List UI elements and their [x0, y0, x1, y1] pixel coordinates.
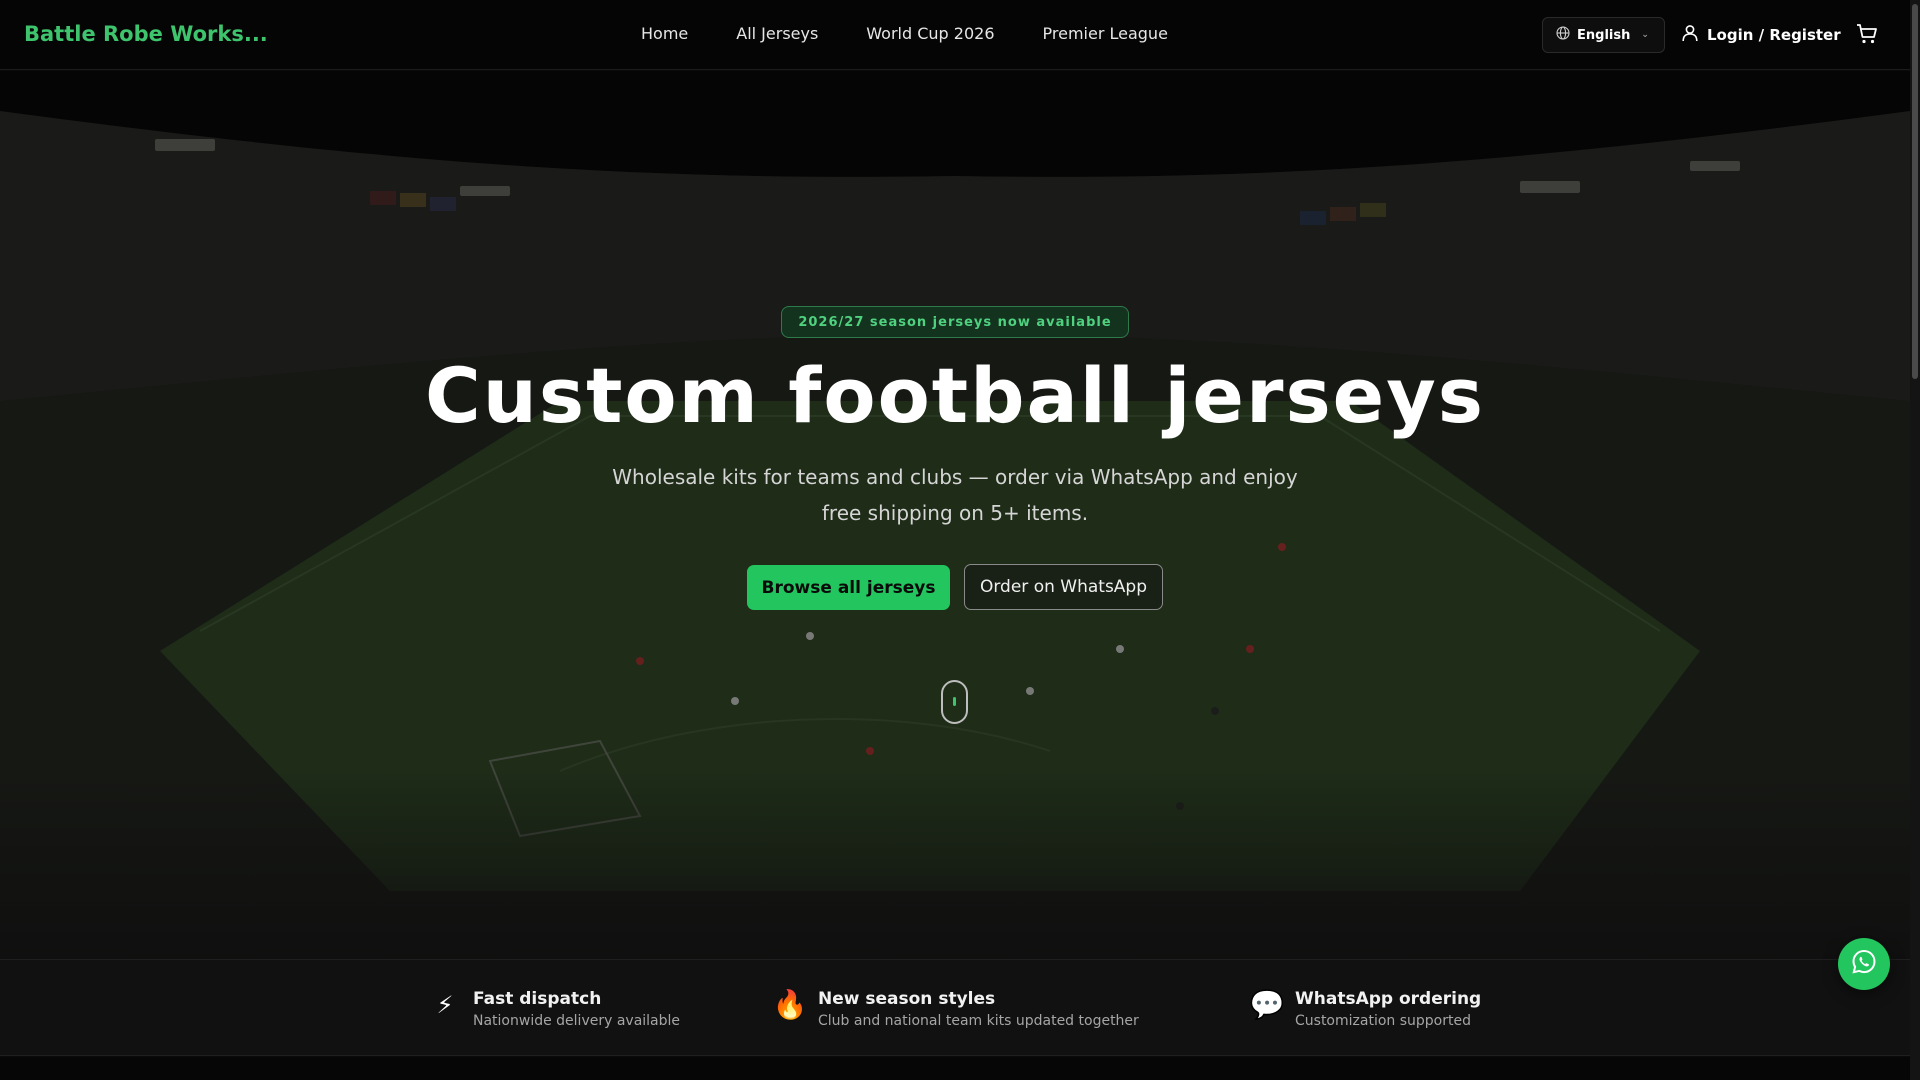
hero-subtitle: Wholesale kits for teams and clubs — ord…: [612, 465, 1298, 525]
features-bar: ⚡ Fast dispatch Nationwide delivery avai…: [0, 959, 1910, 1056]
feature-fast-dispatch: ⚡ Fast dispatch Nationwide delivery avai…: [427, 988, 680, 1031]
site-header: Battle Robe Works... Home All Jerseys Wo…: [0, 0, 1910, 70]
language-selector[interactable]: English ⌄: [1542, 17, 1665, 53]
language-label: English: [1577, 27, 1631, 43]
scroll-dot: [953, 697, 956, 706]
page-scrollbar[interactable]: [1910, 0, 1920, 1080]
nav-item-all-jerseys[interactable]: All Jerseys: [736, 24, 818, 43]
user-icon: [1681, 24, 1699, 46]
next-section-edge: [0, 1057, 1910, 1080]
login-register-link[interactable]: Login / Register: [1681, 24, 1841, 46]
lightning-icon: ⚡: [436, 991, 454, 1019]
feature-title: Fast dispatch: [473, 989, 602, 1009]
brand-logo[interactable]: Battle Robe Works...: [24, 22, 268, 46]
whatsapp-icon: [1850, 948, 1878, 980]
globe-icon: [1556, 26, 1570, 44]
browse-jerseys-button[interactable]: Browse all jerseys: [747, 565, 950, 610]
chevron-down-icon: ⌄: [1641, 30, 1649, 40]
hero-title: Custom football jerseys: [424, 351, 1485, 440]
feature-whatsapp-ordering: 💬 WhatsApp ordering Customization suppor…: [1249, 988, 1482, 1031]
feature-desc: Club and national team kits updated toge…: [818, 1013, 1139, 1029]
hero-content: 2026/27 season jerseys now available Cus…: [0, 71, 1910, 959]
nav-item-world-cup-2026[interactable]: World Cup 2026: [866, 24, 994, 43]
scroll-indicator[interactable]: [941, 680, 968, 724]
feature-title: New season styles: [818, 989, 996, 1009]
cart-icon: [1855, 24, 1879, 50]
season-badge: 2026/27 season jerseys now available: [781, 306, 1129, 338]
nav-item-premier-league[interactable]: Premier League: [1043, 24, 1168, 43]
cart-button[interactable]: [1855, 22, 1879, 50]
scrollbar-thumb[interactable]: [1912, 4, 1918, 379]
hero-section: 2026/27 season jerseys now available Cus…: [0, 71, 1910, 959]
fire-icon: 🔥: [772, 988, 808, 1021]
feature-title: WhatsApp ordering: [1295, 989, 1482, 1009]
feature-desc: Customization supported: [1295, 1013, 1471, 1029]
feature-desc: Nationwide delivery available: [473, 1013, 681, 1029]
nav-item-home[interactable]: Home: [641, 24, 688, 43]
feature-new-season: 🔥 New season styles Club and national te…: [772, 988, 1139, 1031]
speech-bubble-icon: 💬: [1249, 988, 1285, 1021]
whatsapp-float-button[interactable]: [1838, 938, 1890, 990]
login-register-label: Login / Register: [1707, 26, 1841, 44]
main-nav: Home All Jerseys World Cup 2026 Premier …: [641, 24, 1168, 43]
order-whatsapp-button[interactable]: Order on WhatsApp: [964, 564, 1163, 610]
